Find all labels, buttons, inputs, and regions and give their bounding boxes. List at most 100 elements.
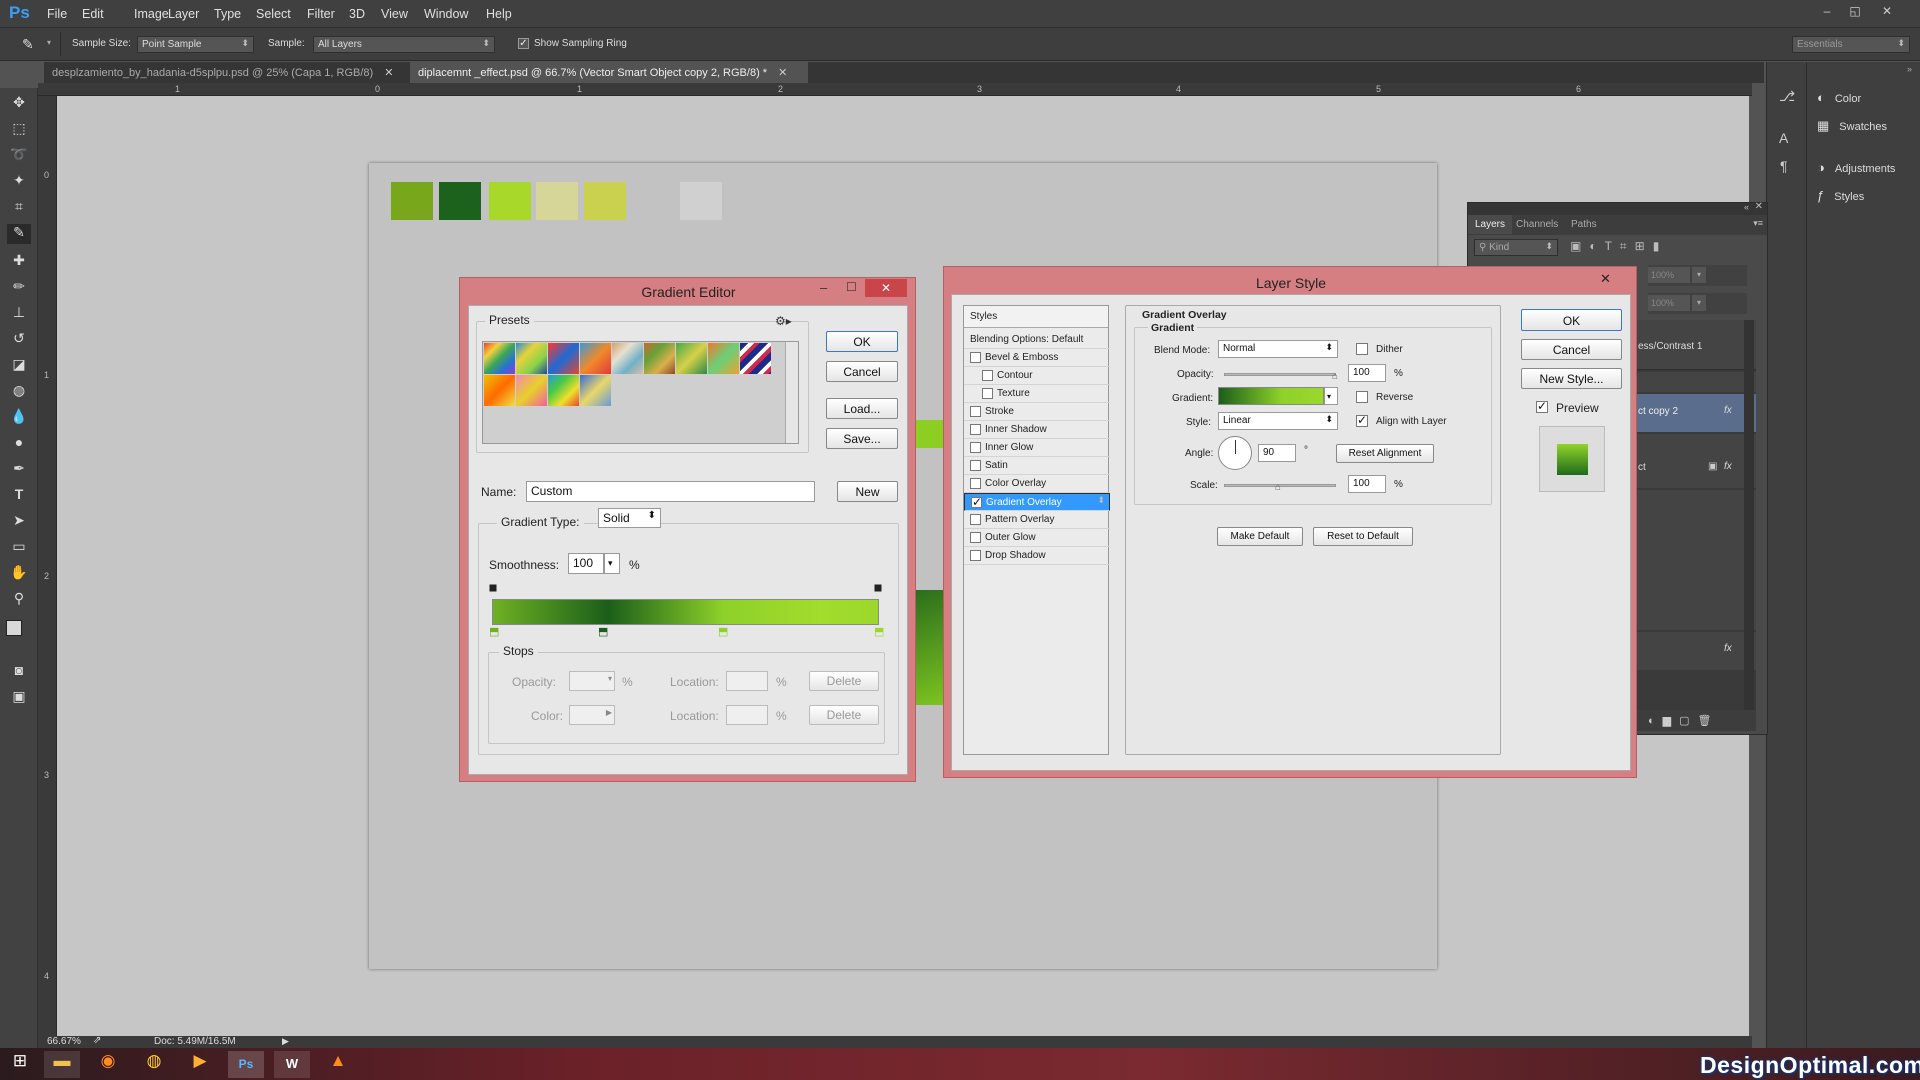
- angle-dial[interactable]: [1218, 436, 1252, 470]
- panel-item-styles[interactable]: ƒ Styles: [1817, 188, 1864, 208]
- style-item-gradient-overlay[interactable]: Gradient Overlay: [964, 493, 1110, 511]
- align-with-layer-checkbox[interactable]: [1356, 413, 1368, 427]
- save-button[interactable]: Save...: [826, 428, 898, 449]
- type-tool-icon[interactable]: T: [7, 486, 31, 506]
- style-checkbox[interactable]: [970, 478, 981, 489]
- reset-alignment-button[interactable]: Reset Alignment: [1336, 444, 1434, 463]
- layer-row[interactable]: [1636, 372, 1756, 392]
- tab-layers[interactable]: Layers: [1468, 215, 1513, 234]
- firefox-icon[interactable]: ◉: [90, 1051, 126, 1078]
- paint-bucket-tool-icon[interactable]: ◍: [7, 382, 31, 402]
- share-icon[interactable]: ⇗: [93, 1035, 101, 1046]
- layer-row[interactable]: ct ▣ fx: [1636, 450, 1756, 488]
- style-item-bevel-emboss[interactable]: Bevel & Emboss: [964, 349, 1110, 367]
- gradient-preset-swatch[interactable]: [484, 375, 515, 406]
- slider-thumb-icon[interactable]: ⌂: [1275, 482, 1281, 493]
- history-brush-tool-icon[interactable]: ↺: [7, 330, 31, 350]
- menu-file[interactable]: File: [47, 7, 67, 21]
- gradient-preset-swatch[interactable]: [580, 375, 611, 406]
- new-style-button[interactable]: New Style...: [1521, 368, 1622, 389]
- load-button[interactable]: Load...: [826, 398, 898, 419]
- layers-scrollbar[interactable]: [1744, 320, 1754, 721]
- opacity-input[interactable]: 100%: [1648, 267, 1690, 283]
- presets-scrollbar[interactable]: [785, 342, 798, 443]
- style-item-satin[interactable]: Satin: [964, 457, 1110, 475]
- paragraph-icon[interactable]: ¶: [1780, 158, 1788, 174]
- stop-location-input[interactable]: [726, 671, 768, 691]
- quick-mask-icon[interactable]: ◙: [7, 662, 31, 682]
- zoom-tool-icon[interactable]: ⚲: [7, 590, 31, 610]
- reset-to-default-button[interactable]: Reset to Default: [1313, 527, 1413, 546]
- fill-input[interactable]: 100%: [1648, 295, 1690, 311]
- menu-edit[interactable]: Edit: [82, 7, 104, 21]
- shape-tool-icon[interactable]: ▭: [7, 538, 31, 558]
- reverse-checkbox[interactable]: [1356, 391, 1368, 403]
- make-default-button[interactable]: Make Default: [1217, 527, 1303, 546]
- chevron-down-icon[interactable]: ▾: [47, 38, 51, 47]
- style-item-stroke[interactable]: Stroke: [964, 403, 1110, 421]
- vlc-icon[interactable]: ▲: [320, 1051, 356, 1078]
- tab-channels[interactable]: Channels: [1516, 219, 1558, 230]
- style-checkbox[interactable]: [970, 406, 981, 417]
- color-stop[interactable]: ⬒: [489, 625, 499, 638]
- fx-icon[interactable]: fx: [1724, 643, 1732, 654]
- menu-layer[interactable]: Layer: [168, 7, 199, 21]
- gradient-preset-swatch[interactable]: [484, 343, 515, 374]
- layer-row-selected[interactable]: ct copy 2 fx: [1636, 394, 1756, 432]
- gradient-preview-bar[interactable]: [492, 599, 879, 625]
- history-icon[interactable]: ⎇: [1779, 88, 1795, 105]
- gradient-preset-swatch[interactable]: [644, 343, 675, 374]
- layer-filter-icons[interactable]: ▣◐T⌗⊞▮: [1570, 239, 1667, 254]
- gradient-preset-swatch[interactable]: [708, 343, 739, 374]
- crop-tool-icon[interactable]: ⌗: [7, 198, 31, 218]
- menu-window[interactable]: Window: [424, 7, 468, 21]
- style-item-outer-glow[interactable]: Outer Glow: [964, 529, 1110, 547]
- new-button[interactable]: New: [837, 481, 898, 502]
- style-item-blending-options-default[interactable]: Blending Options: Default: [964, 331, 1110, 349]
- sample-size-select[interactable]: Point Sample: [137, 36, 254, 53]
- move-tool-icon[interactable]: ✥: [7, 94, 31, 114]
- brush-tool-icon[interactable]: ✏: [7, 278, 31, 298]
- gradient-preset-swatch[interactable]: [516, 343, 547, 374]
- gradient-swatch[interactable]: [1218, 387, 1324, 405]
- gradient-type-select[interactable]: Solid ⬍: [598, 508, 661, 528]
- color-stop[interactable]: ⬒: [874, 625, 884, 638]
- dodge-tool-icon[interactable]: ●: [7, 434, 31, 454]
- style-item-texture[interactable]: Texture: [964, 385, 1110, 403]
- pen-tool-icon[interactable]: ✒: [7, 460, 31, 480]
- gradient-preset-swatch[interactable]: [516, 375, 547, 406]
- blur-tool-icon[interactable]: 💧: [7, 408, 31, 428]
- close-tab-icon[interactable]: ✕: [384, 67, 393, 79]
- ok-button[interactable]: OK: [826, 331, 898, 352]
- restore-button[interactable]: ◱: [1846, 4, 1864, 18]
- style-item-pattern-overlay[interactable]: Pattern Overlay: [964, 511, 1110, 529]
- chevron-down-icon[interactable]: ▾: [1692, 295, 1706, 311]
- tab-paths[interactable]: Paths: [1571, 219, 1597, 230]
- chrome-icon[interactable]: ◍: [136, 1051, 172, 1078]
- menu-3d[interactable]: 3D: [349, 7, 365, 21]
- panel-menu-icon[interactable]: ▾≡: [1753, 218, 1763, 229]
- stop-color-swatch[interactable]: ▶: [569, 705, 615, 725]
- stamp-tool-icon[interactable]: ⊥: [7, 304, 31, 324]
- smoothness-input[interactable]: 100: [568, 553, 604, 574]
- healing-brush-tool-icon[interactable]: ✚: [7, 252, 31, 272]
- opacity-stop-left[interactable]: ⯀: [489, 584, 497, 595]
- path-selection-tool-icon[interactable]: ➤: [7, 512, 31, 532]
- collapse-icon[interactable]: «: [1744, 202, 1749, 212]
- delete-opacity-stop-button[interactable]: Delete: [809, 671, 879, 691]
- gradient-preset-swatch[interactable]: [548, 375, 579, 406]
- gradient-preset-swatch[interactable]: [676, 343, 707, 374]
- magic-wand-tool-icon[interactable]: ✦: [7, 172, 31, 192]
- minimize-button[interactable]: –: [1818, 4, 1836, 18]
- preview-checkbox[interactable]: [1536, 399, 1548, 413]
- layer-row[interactable]: [1636, 490, 1756, 630]
- windows-start-icon[interactable]: ⊞: [2, 1051, 38, 1078]
- blend-mode-select[interactable]: Normal ⬍: [1218, 340, 1338, 358]
- gradient-name-input[interactable]: Custom: [526, 481, 815, 502]
- opacity-slider[interactable]: [1224, 373, 1336, 376]
- styles-header[interactable]: Styles: [964, 306, 1108, 328]
- menu-image[interactable]: Image: [134, 7, 169, 21]
- zoom-level[interactable]: 66.67%: [47, 1036, 81, 1047]
- opacity-stop-right[interactable]: ⯀: [874, 584, 882, 595]
- angle-input[interactable]: 90: [1258, 444, 1296, 462]
